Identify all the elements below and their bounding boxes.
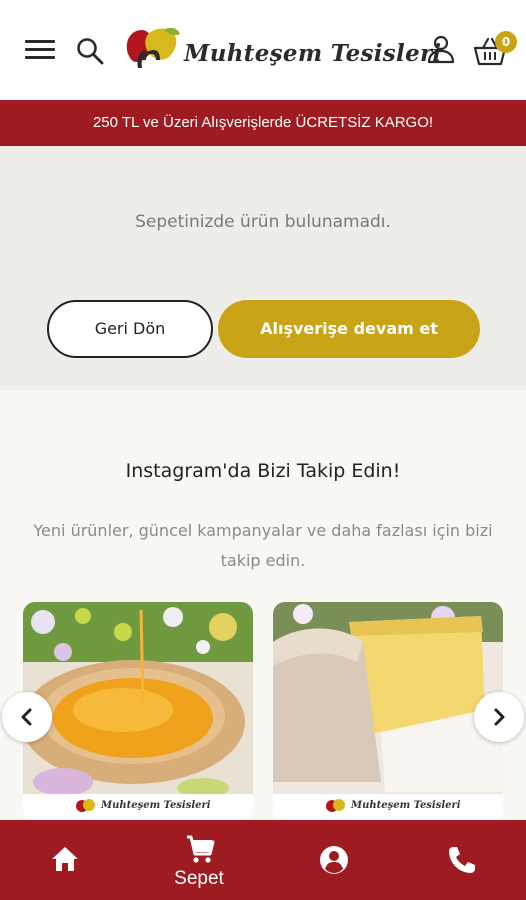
instagram-section: Instagram'da Bizi Takip Edin! Yeni ürünl… [0, 390, 526, 822]
menu-icon[interactable] [25, 38, 55, 62]
brand-name: Muhteşem Tesisleri [184, 40, 442, 67]
instagram-title: Instagram'da Bizi Takip Edin! [125, 460, 401, 482]
chevron-left-icon [21, 708, 32, 726]
card-watermark-text: Muhteşem Tesisleri [101, 800, 211, 811]
account-icon [320, 846, 348, 874]
logo-emblem-icon [326, 799, 345, 812]
instagram-subtitle: Yeni ürünler, güncel kampanyalar ve daha… [33, 521, 493, 570]
phone-icon [449, 847, 475, 873]
nav-cart-label: Sepet [174, 868, 224, 889]
honey-bowl-image [23, 602, 253, 822]
chevron-right-icon [494, 708, 505, 726]
app-header: Muhteşem Tesisleri 0 [0, 0, 526, 100]
cart-count-badge: 0 [495, 31, 517, 53]
back-button[interactable]: Geri Dön [47, 300, 213, 358]
logo-emblem-icon [76, 799, 95, 812]
continue-shopping-button[interactable]: Alışverişe devam et [218, 300, 480, 358]
nav-account[interactable] [283, 820, 383, 900]
nav-phone[interactable] [411, 820, 511, 900]
logo-emblem-icon [126, 27, 180, 68]
card-watermark-bar: Muhteşem Tesisleri [23, 794, 253, 822]
empty-cart-message: Sepetinizde ürün bulunamadı. [135, 212, 391, 232]
instagram-post-honey[interactable]: Muhteşem Tesisleri [23, 602, 253, 822]
nav-home[interactable] [14, 820, 114, 900]
empty-cart-section: Sepetinizde ürün bulunamadı. Geri Dön Al… [0, 146, 526, 390]
card-watermark-text: Muhteşem Tesisleri [351, 800, 461, 811]
nav-cart[interactable]: Sepet [149, 820, 249, 900]
cart-icon [187, 835, 215, 863]
bottom-navigation: Sepet [0, 820, 526, 900]
cheese-image [273, 602, 503, 822]
carousel-next-button[interactable] [474, 692, 524, 742]
user-icon[interactable] [426, 34, 456, 64]
card-watermark-bar: Muhteşem Tesisleri [273, 794, 503, 822]
brand-logo[interactable]: Muhteşem Tesisleri [124, 24, 441, 76]
free-shipping-banner: 250 TL ve Üzeri Alışverişlerde ÜCRETSİZ … [0, 100, 526, 146]
search-icon[interactable] [75, 36, 105, 66]
instagram-post-cheese[interactable]: Muhteşem Tesisleri [273, 602, 503, 822]
carousel-prev-button[interactable] [2, 692, 52, 742]
home-icon [52, 847, 78, 871]
